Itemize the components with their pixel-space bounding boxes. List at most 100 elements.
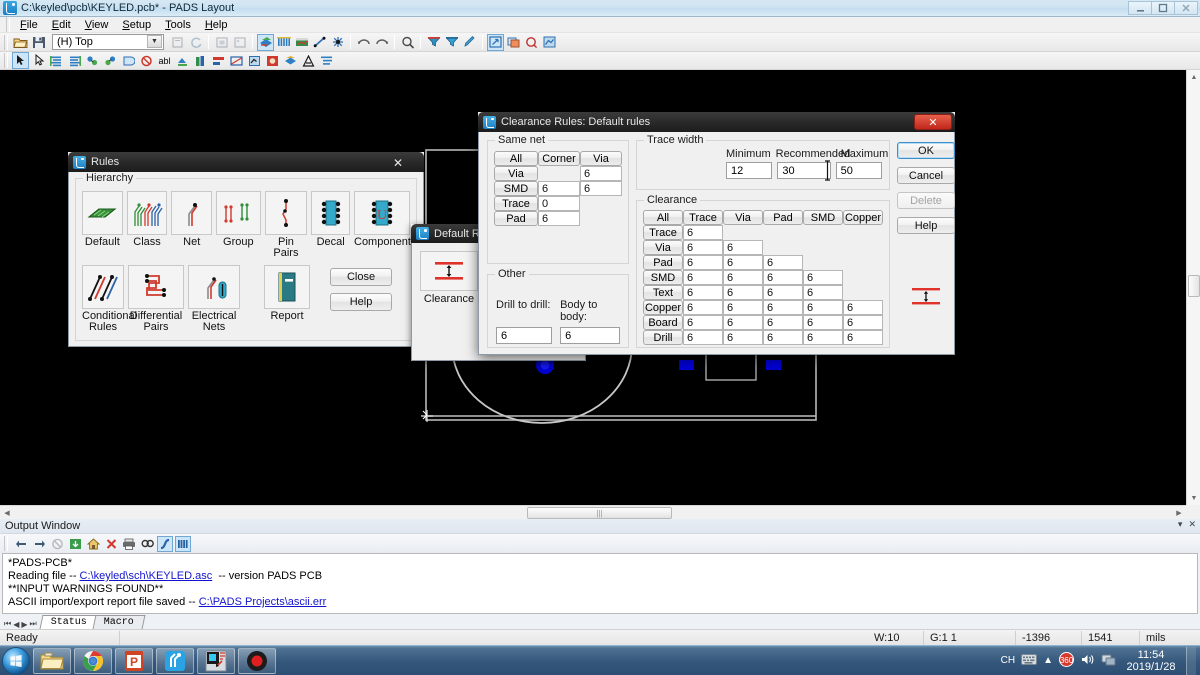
cluster-icon[interactable] bbox=[84, 52, 101, 69]
same-net-row-label-trace[interactable]: Trace bbox=[494, 196, 538, 211]
same-net-cell-smd-corner[interactable]: 6 bbox=[538, 181, 580, 196]
help-button[interactable]: Help bbox=[897, 217, 955, 234]
clearance-cell-text-smd[interactable]: 6 bbox=[803, 285, 843, 300]
tab-first-icon[interactable]: ⏮ bbox=[4, 619, 11, 629]
clearance-cell-copper-via[interactable]: 6 bbox=[723, 300, 763, 315]
columns-icon[interactable] bbox=[175, 535, 191, 552]
trace-width-maximum-input[interactable]: 50 bbox=[835, 162, 882, 179]
output-minimize-icon[interactable]: ▾ bbox=[1178, 519, 1183, 530]
toolbar-grip-2[interactable] bbox=[4, 53, 8, 68]
same-net-cell-trace-corner[interactable]: 0 bbox=[538, 196, 580, 211]
taskbar-pads-logic[interactable] bbox=[156, 647, 194, 674]
scroll-up-icon[interactable]: ▲ bbox=[1187, 70, 1200, 84]
log-link-err[interactable]: C:\PADS Projects\ascii.err bbox=[199, 596, 327, 608]
horizontal-scroll-thumb[interactable]: ||| bbox=[527, 507, 672, 519]
rules-dialog-titlebar[interactable]: Rules ✕ bbox=[68, 152, 424, 172]
clearance-close-icon[interactable]: ✕ bbox=[914, 114, 952, 130]
differential-pairs-icon[interactable] bbox=[128, 265, 184, 309]
same-net-row-label-via[interactable]: Via bbox=[494, 166, 538, 181]
cancel-button[interactable]: Cancel bbox=[897, 167, 955, 184]
clearance-cell-smd-pad[interactable]: 6 bbox=[763, 270, 803, 285]
clearance-cell-copper-smd[interactable]: 6 bbox=[803, 300, 843, 315]
abl-icon[interactable]: abl bbox=[156, 52, 173, 69]
copy-to-clipboard-icon[interactable] bbox=[213, 34, 230, 51]
find-icon[interactable] bbox=[139, 536, 155, 552]
scroll-right-icon[interactable]: ▶ bbox=[1172, 506, 1186, 519]
clearance-cell-pad-pad[interactable]: 6 bbox=[763, 255, 803, 270]
rules-item-net[interactable]: Net bbox=[171, 191, 213, 259]
rules-item-class[interactable]: Class bbox=[126, 191, 168, 259]
back-arrow-icon[interactable] bbox=[13, 536, 29, 552]
tab-last-icon[interactable]: ⏭ bbox=[30, 619, 37, 629]
clearance-cell-via-via[interactable]: 6 bbox=[723, 240, 763, 255]
volume-icon[interactable] bbox=[1080, 653, 1095, 669]
save-icon[interactable] bbox=[30, 34, 47, 51]
clearance-cell-board-copper[interactable]: 6 bbox=[843, 315, 883, 330]
clearance-col-all[interactable]: All bbox=[643, 210, 683, 225]
clearance-cell-copper-pad[interactable]: 6 bbox=[763, 300, 803, 315]
board-outline-icon[interactable] bbox=[505, 34, 522, 51]
clearance-cell-copper-trace[interactable]: 6 bbox=[683, 300, 723, 315]
clearance-cell-board-smd[interactable]: 6 bbox=[803, 315, 843, 330]
cluster-alt-icon[interactable] bbox=[102, 52, 119, 69]
scroll-left-icon[interactable]: ◀ bbox=[0, 506, 14, 519]
tab-prev-icon[interactable]: ◀ bbox=[13, 620, 19, 629]
same-net-cell-smd-via[interactable]: 6 bbox=[580, 181, 622, 196]
route-alt-icon[interactable] bbox=[66, 52, 83, 69]
component-icon[interactable]: U bbox=[354, 191, 410, 235]
copper-icon[interactable] bbox=[246, 52, 263, 69]
clearance-cell-text-trace[interactable]: 6 bbox=[683, 285, 723, 300]
taskbar-explorer[interactable] bbox=[33, 647, 71, 674]
clearance-cell-text-pad[interactable]: 6 bbox=[763, 285, 803, 300]
rules-close-icon[interactable]: ✕ bbox=[378, 155, 418, 170]
log-link-asc[interactable]: C:\keyled\sch\KEYLED.asc bbox=[80, 570, 213, 582]
menu-setup[interactable]: Setup bbox=[115, 18, 158, 32]
same-net-cell-via-via[interactable]: 6 bbox=[580, 166, 622, 181]
forward-arrow-icon[interactable] bbox=[31, 536, 47, 552]
vertical-scroll-thumb[interactable] bbox=[1188, 275, 1200, 297]
clearance-col-via[interactable]: Via bbox=[723, 210, 763, 225]
menu-edit[interactable]: Edit bbox=[45, 18, 78, 32]
output-toolbar-grip[interactable] bbox=[4, 536, 8, 551]
filter-down-icon[interactable] bbox=[425, 34, 442, 51]
clock[interactable]: 11:54 2019/1/28 bbox=[1122, 649, 1180, 673]
same-net-cell-pad-corner[interactable]: 6 bbox=[538, 211, 580, 226]
undo-icon[interactable] bbox=[355, 34, 372, 51]
clearance-cell-trace-trace[interactable]: 6 bbox=[683, 225, 723, 240]
chevron-down-icon[interactable]: ▼ bbox=[147, 35, 162, 48]
redo-icon[interactable] bbox=[373, 34, 390, 51]
same-net-col-corner[interactable]: Corner bbox=[538, 151, 580, 166]
stop-icon[interactable] bbox=[49, 536, 65, 552]
clearance-cell-drill-copper[interactable]: 6 bbox=[843, 330, 883, 345]
clearance-dialog-titlebar[interactable]: Clearance Rules: Default rules ✕ bbox=[478, 112, 955, 132]
decal-icon[interactable] bbox=[311, 191, 350, 235]
open-icon[interactable] bbox=[12, 34, 29, 51]
clearance-cell-smd-via[interactable]: 6 bbox=[723, 270, 763, 285]
rules-item-differential-pairs[interactable]: Differential Pairs bbox=[128, 265, 184, 333]
route-icon[interactable] bbox=[48, 52, 65, 69]
antivirus-icon[interactable]: 360 bbox=[1059, 651, 1074, 670]
clearance-icon[interactable] bbox=[420, 251, 478, 291]
rules-item-component[interactable]: U Component bbox=[354, 191, 411, 259]
drafting-icon[interactable] bbox=[293, 34, 310, 51]
help-button[interactable]: Help bbox=[330, 293, 392, 311]
vertical-scrollbar[interactable]: ▲ ▼ bbox=[1186, 70, 1200, 505]
clearance-col-copper[interactable]: Copper bbox=[843, 210, 883, 225]
electrical-nets-icon[interactable] bbox=[188, 265, 240, 309]
clearance-row-label-text[interactable]: Text bbox=[643, 285, 683, 300]
rules-item-electrical-nets[interactable]: Electrical Nets bbox=[188, 265, 240, 333]
clearance-cell-drill-smd[interactable]: 6 bbox=[803, 330, 843, 345]
minimize-button[interactable] bbox=[1128, 1, 1152, 15]
menu-file[interactable]: File bbox=[13, 18, 45, 32]
select-arrow-icon[interactable] bbox=[12, 52, 29, 69]
net-icon[interactable] bbox=[171, 191, 213, 235]
same-net-col-all[interactable]: All bbox=[494, 151, 538, 166]
scroll-down-icon[interactable]: ▼ bbox=[1187, 491, 1200, 505]
start-button[interactable] bbox=[2, 646, 30, 675]
taskbar-chrome[interactable] bbox=[74, 647, 112, 674]
clearance-row-label-drill[interactable]: Drill bbox=[643, 330, 683, 345]
clearance-row-label-via[interactable]: Via bbox=[643, 240, 683, 255]
rules-item-default[interactable]: Default bbox=[82, 191, 123, 259]
body-to-body-input[interactable]: 6 bbox=[560, 327, 620, 344]
clearance-cell-pad-trace[interactable]: 6 bbox=[683, 255, 723, 270]
